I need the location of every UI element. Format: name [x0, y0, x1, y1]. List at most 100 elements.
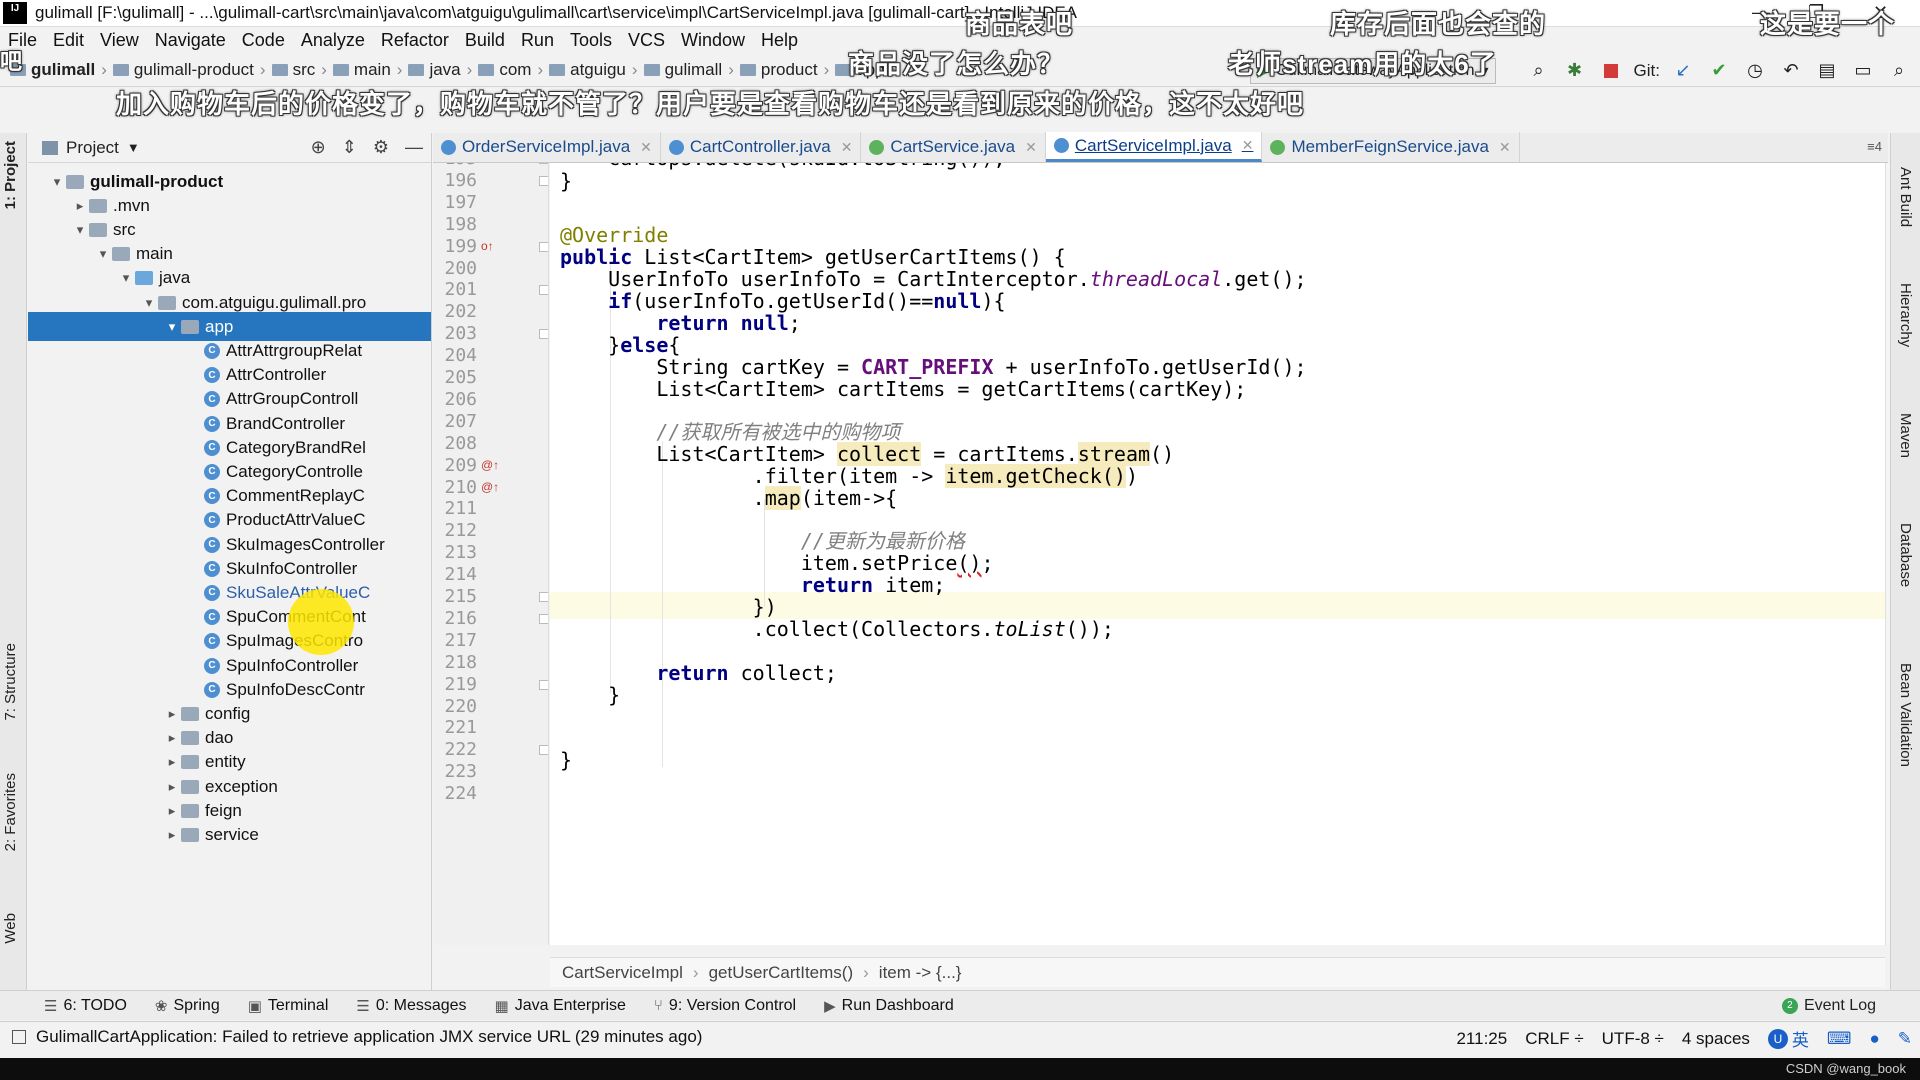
- collapse-arrow-icon[interactable]: ▸: [71, 198, 89, 214]
- close-tab-icon[interactable]: ✕: [1025, 139, 1037, 156]
- expand-arrow-icon[interactable]: ▾: [94, 246, 112, 262]
- expand-arrow-icon[interactable]: ▾: [117, 270, 135, 286]
- bean-validation-tool-tab[interactable]: Bean Validation: [1897, 663, 1914, 767]
- editor-tab[interactable]: CartServiceImpl.java ✕: [1045, 132, 1263, 162]
- fold-icon[interactable]: [539, 679, 548, 690]
- tool-window-button[interactable]: ☰ 0: Messages: [356, 997, 466, 1015]
- hierarchy-tool-tab[interactable]: Hierarchy: [1897, 283, 1914, 347]
- menu-build[interactable]: Build: [465, 30, 505, 51]
- tool-window-button[interactable]: ▦ Java Enterprise: [495, 997, 626, 1015]
- editor-tab[interactable]: CartController.java ✕: [661, 132, 862, 162]
- override-gutter-icon[interactable]: @↑: [481, 480, 499, 494]
- fold-icon[interactable]: [539, 613, 548, 624]
- tool-window-button[interactable]: ❀ Spring: [155, 997, 220, 1015]
- line-separator[interactable]: CRLF ÷: [1525, 1029, 1583, 1049]
- collapse-arrow-icon[interactable]: ▸: [163, 706, 181, 722]
- close-tab-icon[interactable]: ✕: [1499, 139, 1511, 156]
- layout-icon[interactable]: ▭: [1850, 58, 1876, 84]
- fold-icon[interactable]: [539, 241, 548, 252]
- project-tool-tab[interactable]: 1: Project: [2, 141, 19, 209]
- nav-crumb[interactable]: product ›: [739, 60, 829, 80]
- override-gutter-icon[interactable]: o↑: [481, 239, 494, 253]
- collapse-arrow-icon[interactable]: ▸: [163, 803, 181, 819]
- nav-crumb[interactable]: com ›: [478, 60, 543, 80]
- menu-navigate[interactable]: Navigate: [155, 30, 226, 51]
- git-update-icon[interactable]: ↙: [1670, 58, 1696, 84]
- collapse-arrow-icon[interactable]: ▸: [163, 779, 181, 795]
- debug-icon[interactable]: ✱: [1562, 58, 1588, 84]
- structure-tool-tab[interactable]: 7: Structure: [2, 643, 19, 721]
- git-commit-icon[interactable]: ✔: [1706, 58, 1732, 84]
- override-gutter-icon[interactable]: @↑: [481, 458, 499, 472]
- collapse-arrow-icon[interactable]: ▸: [163, 827, 181, 843]
- tree-folder-item[interactable]: ▸ service: [28, 820, 431, 849]
- menu-help[interactable]: Help: [761, 30, 798, 51]
- file-encoding[interactable]: UTF-8 ÷: [1602, 1029, 1664, 1049]
- expand-arrow-icon[interactable]: ▾: [48, 174, 66, 190]
- expand-arrow-icon[interactable]: ▾: [140, 295, 158, 311]
- tool-window-button[interactable]: ▶ Run Dashboard: [824, 997, 954, 1015]
- menu-refactor[interactable]: Refactor: [381, 30, 449, 51]
- menu-tools[interactable]: Tools: [570, 30, 612, 51]
- status-panel-icon[interactable]: [12, 1029, 26, 1044]
- indent-setting[interactable]: 4 spaces: [1682, 1029, 1750, 1049]
- collapse-arrow-icon[interactable]: ▸: [163, 730, 181, 746]
- fold-icon[interactable]: [539, 592, 548, 602]
- favorites-tool-tab[interactable]: 2: Favorites: [2, 773, 19, 851]
- nav-crumb[interactable]: src ›: [271, 60, 327, 80]
- breadcrumb-lambda[interactable]: item -> {...}: [879, 963, 962, 983]
- close-tab-icon[interactable]: ✕: [841, 139, 853, 156]
- rollback-icon[interactable]: ↶: [1778, 58, 1804, 84]
- menu-code[interactable]: Code: [242, 30, 285, 51]
- status-message[interactable]: GulimallCartApplication: Failed to retri…: [36, 1027, 702, 1047]
- fold-icon[interactable]: [539, 163, 548, 164]
- search-everywhere-icon[interactable]: ⌕: [1886, 58, 1912, 84]
- ime-icon[interactable]: U: [1767, 1028, 1788, 1049]
- keyboard-icon[interactable]: ⌨: [1827, 1029, 1852, 1049]
- tool-window-button[interactable]: ▣ Terminal: [248, 997, 329, 1015]
- fold-icon[interactable]: [539, 329, 548, 340]
- fold-icon[interactable]: [539, 285, 548, 296]
- fold-icon[interactable]: [539, 175, 548, 186]
- video-play-icon[interactable]: ▶: [1806, 882, 1870, 938]
- menu-vcs[interactable]: VCS: [628, 30, 665, 51]
- editor-tab[interactable]: CartService.java ✕: [861, 132, 1046, 162]
- menu-window[interactable]: Window: [681, 30, 745, 51]
- maven-tool-tab[interactable]: Maven: [1897, 413, 1914, 458]
- ime-language[interactable]: 英: [1792, 1026, 1809, 1051]
- menu-run[interactable]: Run: [521, 30, 554, 51]
- collapse-arrow-icon[interactable]: ▸: [163, 754, 181, 770]
- nav-crumb[interactable]: gulimall ›: [643, 60, 734, 80]
- close-tab-icon[interactable]: ✕: [1242, 137, 1254, 154]
- database-tool-tab[interactable]: Database: [1897, 523, 1914, 587]
- web-tool-tab[interactable]: Web: [2, 913, 19, 944]
- history-icon[interactable]: ◷: [1742, 58, 1768, 84]
- close-tab-icon[interactable]: ✕: [640, 139, 652, 156]
- code-editor[interactable]: cartOps.delete(skuId.toString()); } @Ove…: [550, 163, 1885, 945]
- nav-crumb[interactable]: atguigu ›: [549, 60, 638, 80]
- tool-window-button[interactable]: ⑂ 9: Version Control: [654, 997, 796, 1015]
- project-structure-icon[interactable]: ▤: [1814, 58, 1840, 84]
- fold-icon[interactable]: [539, 745, 548, 756]
- stop-icon[interactable]: [1598, 58, 1624, 84]
- expand-arrow-icon[interactable]: ▾: [163, 319, 181, 335]
- ant-build-tool-tab[interactable]: Ant Build: [1897, 167, 1914, 227]
- nav-crumb[interactable]: gulimall ›: [10, 60, 107, 80]
- menu-analyze[interactable]: Analyze: [301, 30, 365, 51]
- menu-edit[interactable]: Edit: [53, 30, 84, 51]
- nav-crumb[interactable]: java ›: [408, 60, 472, 80]
- menu-view[interactable]: View: [100, 30, 139, 51]
- event-log-button[interactable]: 2 Event Log: [1781, 997, 1876, 1015]
- breadcrumb-method[interactable]: getUserCartItems(): [709, 963, 854, 983]
- wrench-icon[interactable]: ✎: [1898, 1029, 1912, 1049]
- editor-tab[interactable]: MemberFeignService.java ✕: [1262, 132, 1520, 162]
- tabs-overflow-button[interactable]: ≡4: [1867, 139, 1882, 154]
- editor-tab[interactable]: OrderServiceImpl.java ✕: [433, 132, 661, 162]
- user-icon[interactable]: ●: [1869, 1029, 1879, 1049]
- tool-window-button[interactable]: ☰ 6: TODO: [44, 997, 127, 1015]
- expand-arrow-icon[interactable]: ▾: [71, 222, 89, 238]
- caret-position[interactable]: 211:25: [1456, 1029, 1507, 1049]
- nav-crumb[interactable]: gulimall-product ›: [112, 60, 266, 80]
- search-toolbar-icon[interactable]: ⌕: [1526, 58, 1552, 84]
- breadcrumb-class[interactable]: CartServiceImpl: [562, 963, 683, 983]
